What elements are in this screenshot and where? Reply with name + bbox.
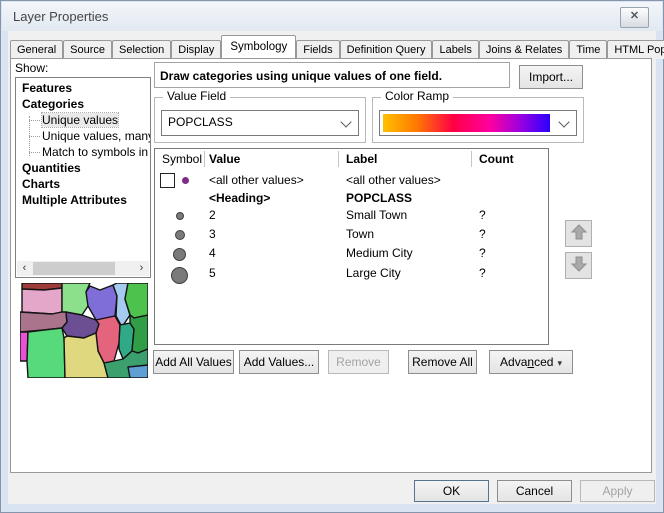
symbology-page: Show: Features Categories Unique values …	[10, 58, 652, 473]
remove-button: Remove	[328, 350, 389, 374]
all-other-values-checkbox[interactable]	[160, 173, 175, 188]
color-ramp-swatch	[383, 114, 550, 132]
scrollbar-thumb[interactable]	[33, 262, 115, 275]
value-field-group: Value Field POPCLASS	[154, 97, 366, 143]
column-count: Count	[479, 152, 514, 166]
column-label: Label	[346, 152, 377, 166]
tab-html-popup[interactable]: HTML Popup	[607, 40, 664, 59]
dialog-body: GeneralSourceSelectionDisplaySymbologyFi…	[8, 31, 656, 504]
show-item-categories[interactable]: Categories	[16, 96, 150, 112]
tab-symbology[interactable]: Symbology	[221, 35, 296, 58]
point-symbol-icon[interactable]	[175, 230, 185, 240]
show-item-quantities[interactable]: Quantities	[16, 160, 150, 176]
show-item-match-symbols[interactable]: Match to symbols in a	[16, 144, 150, 160]
table-row-value-2[interactable]: 2 Small Town ?	[155, 206, 548, 227]
show-item-charts[interactable]: Charts	[16, 176, 150, 192]
tab-labels[interactable]: Labels	[432, 40, 478, 59]
table-row-value-3[interactable]: 3 Town ?	[155, 225, 548, 246]
tab-joins-relates[interactable]: Joins & Relates	[479, 40, 569, 59]
method-description: Draw categories using unique values of o…	[154, 62, 510, 88]
table-row-value-5[interactable]: 5 Large City ?	[155, 264, 548, 288]
show-label: Show:	[15, 61, 48, 75]
color-ramp-combobox[interactable]	[379, 110, 577, 136]
value-field-value: POPCLASS	[168, 115, 233, 129]
advanced-button[interactable]: Advanced▾	[489, 350, 573, 374]
tab-strip: GeneralSourceSelectionDisplaySymbologyFi…	[10, 35, 656, 59]
tab-source[interactable]: Source	[63, 40, 112, 59]
column-symbol: Symbol	[162, 152, 202, 166]
show-tree: Features Categories Unique values Unique…	[15, 77, 151, 278]
import-button[interactable]: Import...	[519, 65, 583, 89]
values-table: Symbol Value Label Count <all other valu…	[154, 148, 549, 345]
scroll-left-icon[interactable]: ‹	[17, 261, 32, 276]
move-down-button[interactable]	[565, 252, 592, 279]
show-item-features[interactable]: Features	[16, 80, 150, 96]
point-symbol-icon	[182, 177, 189, 184]
window-title: Layer Properties	[13, 9, 108, 24]
show-item-multiple-attributes[interactable]: Multiple Attributes	[16, 192, 150, 208]
cancel-button[interactable]: Cancel	[497, 480, 572, 502]
color-ramp-group: Color Ramp	[372, 97, 584, 143]
ok-button[interactable]: OK	[414, 480, 489, 502]
tab-general[interactable]: General	[10, 40, 63, 59]
show-item-unique-values[interactable]: Unique values	[16, 112, 150, 128]
point-symbol-icon[interactable]	[176, 212, 184, 220]
dropdown-arrow-icon: ▾	[557, 358, 562, 368]
column-value: Value	[209, 152, 240, 166]
arrow-up-icon	[571, 224, 587, 240]
tree-connector-line	[29, 116, 30, 156]
point-symbol-icon[interactable]	[171, 267, 188, 284]
table-row-value-4[interactable]: 4 Medium City ?	[155, 244, 548, 266]
show-item-unique-values-many[interactable]: Unique values, many	[16, 128, 150, 144]
tab-time[interactable]: Time	[569, 40, 607, 59]
chevron-down-icon[interactable]	[340, 116, 351, 127]
tree-horizontal-scrollbar[interactable]: ‹ ›	[17, 261, 149, 276]
map-preview	[20, 283, 148, 378]
values-table-header: Symbol Value Label Count	[155, 149, 548, 169]
add-all-values-button[interactable]: Add All Values	[153, 350, 234, 374]
point-symbol-icon[interactable]	[173, 248, 186, 261]
apply-button: Apply	[580, 480, 655, 502]
table-row-all-other-values[interactable]: <all other values> <all other values>	[155, 171, 548, 190]
add-values-button[interactable]: Add Values...	[239, 350, 319, 374]
remove-all-button[interactable]: Remove All	[408, 350, 477, 374]
chevron-down-icon[interactable]	[558, 116, 569, 127]
value-field-combobox[interactable]: POPCLASS	[161, 110, 359, 136]
color-ramp-label: Color Ramp	[381, 89, 453, 103]
title-bar: Layer Properties ✕	[2, 2, 662, 31]
tab-selection[interactable]: Selection	[112, 40, 171, 59]
layer-properties-dialog: Layer Properties ✕ GeneralSourceSelectio…	[0, 0, 664, 513]
move-up-button[interactable]	[565, 220, 592, 247]
scroll-right-icon[interactable]: ›	[134, 261, 149, 276]
arrow-down-icon	[571, 256, 587, 272]
tab-fields[interactable]: Fields	[296, 40, 339, 59]
tab-display[interactable]: Display	[171, 40, 221, 59]
close-icon[interactable]: ✕	[620, 7, 649, 28]
value-field-label: Value Field	[163, 89, 230, 103]
tab-definition-query[interactable]: Definition Query	[340, 40, 433, 59]
map-preview-image	[20, 283, 148, 378]
